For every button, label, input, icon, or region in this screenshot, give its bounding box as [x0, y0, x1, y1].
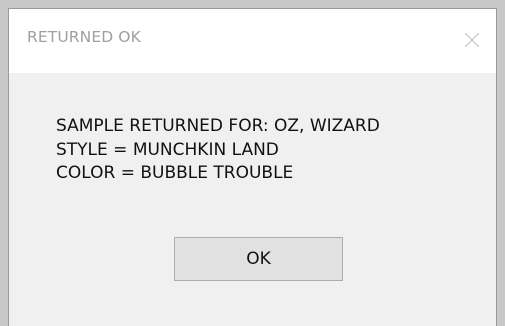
dialog-titlebar[interactable]: RETURNED OK	[9, 9, 496, 73]
dialog-title: RETURNED OK	[27, 28, 141, 46]
message-line-sample: SAMPLE RETURNED FOR: OZ, WIZARD	[56, 116, 380, 136]
close-icon	[464, 32, 480, 48]
message-line-style: STYLE = MUNCHKIN LAND	[56, 139, 279, 160]
message-line-color: COLOR = BUBBLE TROUBLE	[56, 163, 294, 183]
message-dialog: RETURNED OK SAMPLE RETURNED FOR: OZ, WIZ…	[8, 8, 497, 326]
dialog-message: SAMPLE RETURNED FOR: OZ, WIZARD STYLE = …	[56, 115, 380, 186]
close-button[interactable]	[450, 9, 496, 73]
ok-button[interactable]: OK	[174, 237, 343, 281]
